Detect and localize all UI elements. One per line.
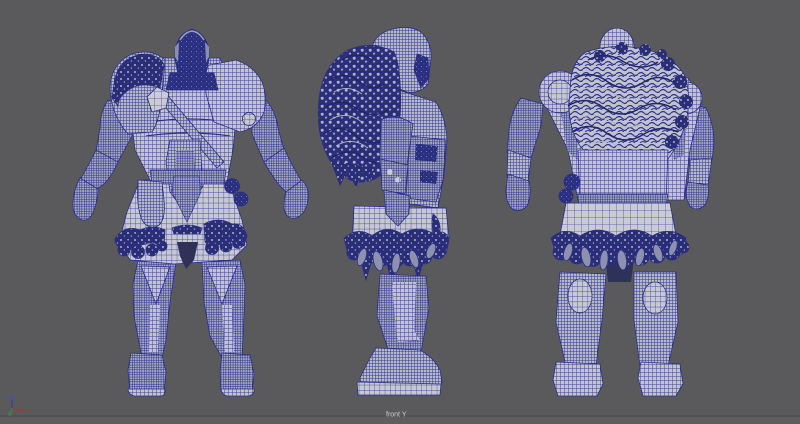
svg-text:front Y: front Y [386, 412, 407, 419]
